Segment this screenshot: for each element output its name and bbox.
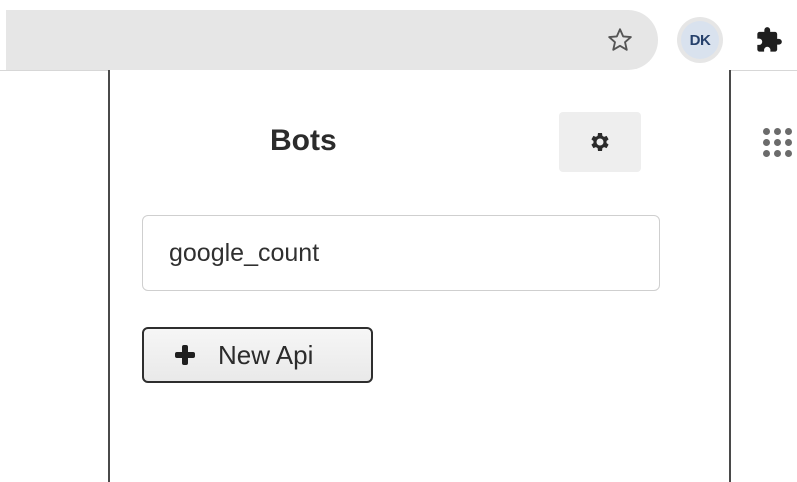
plus-icon xyxy=(174,344,196,366)
browser-toolbar: DK xyxy=(0,0,797,71)
settings-button[interactable] xyxy=(559,112,641,172)
bot-name-field[interactable]: google_count xyxy=(142,215,660,291)
extensions-button[interactable] xyxy=(748,20,790,60)
bot-name-value: google_count xyxy=(169,238,320,267)
gear-icon xyxy=(591,133,609,151)
apps-grid-icon[interactable] xyxy=(763,128,797,168)
bookmark-star-button[interactable] xyxy=(600,22,640,58)
profile-button[interactable]: DK xyxy=(677,17,723,63)
address-bar[interactable] xyxy=(6,10,658,70)
avatar: DK xyxy=(681,21,719,59)
extension-popup: Bots google_count New Api xyxy=(108,70,731,482)
new-api-button[interactable]: New Api xyxy=(142,327,373,383)
puzzle-piece-icon xyxy=(757,27,782,52)
browser-window: DK Bots google_count New Api xyxy=(0,0,797,482)
new-api-label: New Api xyxy=(218,339,314,370)
profile-initials: DK xyxy=(689,31,711,49)
popup-title: Bots xyxy=(270,124,337,157)
star-outline-icon xyxy=(608,28,632,51)
